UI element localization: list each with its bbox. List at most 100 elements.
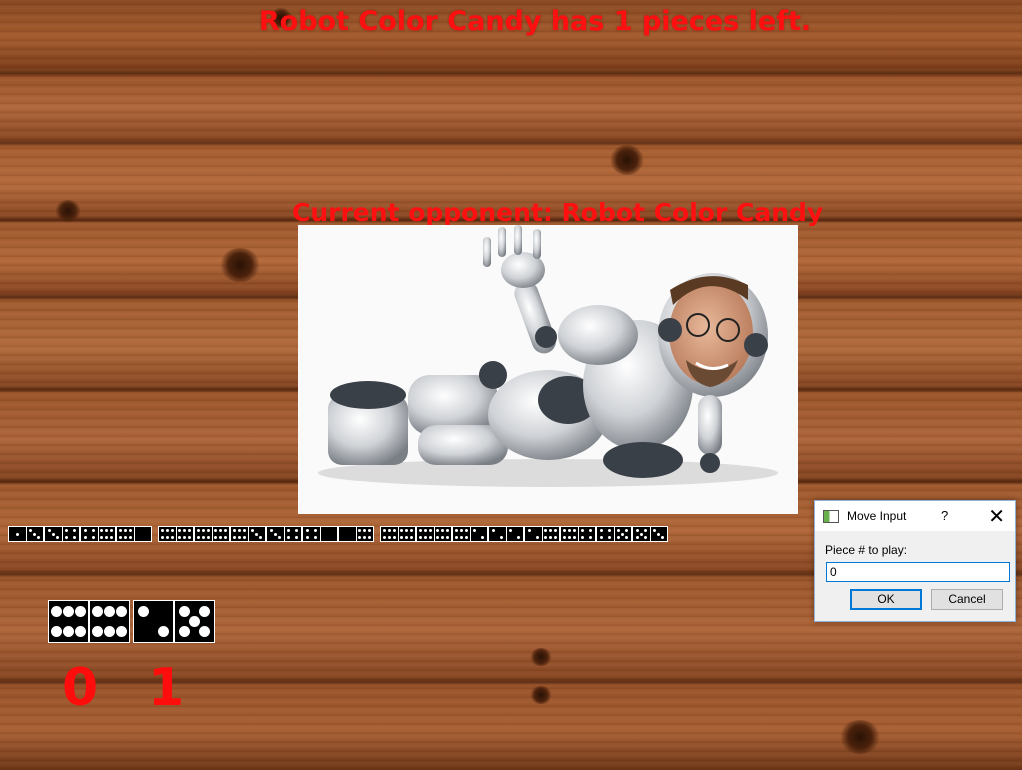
- domino-pip: [219, 529, 223, 532]
- domino-pip: [201, 529, 205, 532]
- domino-pip: [581, 529, 585, 532]
- domino-pip: [562, 529, 566, 532]
- domino-pip: [358, 529, 362, 532]
- domino-pip: [178, 536, 182, 539]
- domino-half: [9, 527, 26, 541]
- domino-half: [649, 527, 668, 541]
- domino-pip: [273, 532, 277, 536]
- domino-pip: [635, 536, 639, 539]
- domino-pip: [92, 605, 104, 617]
- domino-pip: [473, 529, 477, 532]
- domino-pip: [562, 536, 566, 539]
- domino-pip: [363, 529, 367, 532]
- domino-pip: [183, 536, 187, 539]
- hand-domino-0[interactable]: [48, 600, 130, 643]
- domino-pip: [464, 536, 468, 539]
- domino-pip: [589, 529, 593, 532]
- domino-half: [231, 527, 248, 541]
- domino-pip: [423, 536, 427, 539]
- domino-pip: [387, 529, 391, 532]
- domino-half: [561, 527, 578, 541]
- domino-pip: [572, 536, 576, 539]
- domino-pip: [47, 529, 51, 532]
- domino-pip: [189, 616, 200, 627]
- domino-pip: [165, 529, 169, 532]
- cancel-button[interactable]: Cancel: [931, 589, 1003, 610]
- domino-pip: [305, 536, 309, 539]
- piece-number-label: Piece # to play:: [825, 543, 908, 557]
- help-icon[interactable]: ?: [941, 508, 948, 523]
- domino-pip: [224, 529, 228, 532]
- robot-image: [318, 225, 778, 487]
- domino-half: [453, 527, 470, 541]
- played-domino: [266, 526, 302, 542]
- domino-pip: [51, 626, 63, 638]
- domino-pip: [259, 536, 263, 539]
- domino-pip: [198, 605, 210, 617]
- domino-pip: [287, 536, 291, 539]
- domino-pip: [157, 626, 169, 638]
- piece-number-input[interactable]: [826, 562, 1010, 582]
- ok-button[interactable]: OK: [850, 589, 922, 610]
- domino-pip: [657, 532, 661, 536]
- domino-half: [417, 527, 434, 541]
- domino-pip: [214, 529, 218, 532]
- domino-half: [61, 527, 80, 541]
- domino-pip: [358, 536, 362, 539]
- domino-pip: [428, 536, 432, 539]
- dialog-title: Move Input: [847, 509, 907, 523]
- domino-pip: [65, 536, 69, 539]
- domino-pip: [206, 536, 210, 539]
- domino-pip: [459, 536, 463, 539]
- domino-pip: [418, 536, 422, 539]
- domino-pip: [63, 626, 74, 638]
- domino-pip: [105, 529, 109, 532]
- hand-domino-1[interactable]: [133, 600, 215, 643]
- domino-pip: [196, 529, 200, 532]
- domino-pip: [100, 536, 104, 539]
- dialog-titlebar[interactable]: Move Input ? ✕: [815, 501, 1015, 531]
- domino-pip: [128, 536, 132, 539]
- domino-pip: [368, 536, 372, 539]
- domino-pip: [178, 529, 182, 532]
- domino-pip: [198, 626, 210, 638]
- domino-pip: [436, 536, 440, 539]
- domino-pip: [201, 536, 205, 539]
- domino-pip: [405, 529, 409, 532]
- domino-pip: [237, 536, 241, 539]
- domino-pip: [549, 529, 553, 532]
- played-dominoes-line: [8, 526, 668, 542]
- domino-half: [45, 527, 62, 541]
- wood-knot: [840, 720, 880, 754]
- domino-pip: [100, 529, 104, 532]
- domino-pip: [51, 532, 55, 536]
- domino-pip: [295, 529, 299, 532]
- domino-pip: [51, 605, 63, 617]
- domino-pip: [214, 536, 218, 539]
- played-domino: [488, 526, 524, 542]
- domino-pip: [410, 529, 414, 532]
- domino-pip: [183, 529, 187, 532]
- played-domino: [416, 526, 452, 542]
- domino-pip: [118, 529, 122, 532]
- played-domino: [380, 526, 416, 542]
- domino-pip: [138, 605, 150, 617]
- domino-pip: [491, 529, 495, 532]
- domino-pip: [104, 626, 115, 638]
- domino-half: [613, 527, 632, 541]
- domino-pip: [15, 532, 19, 536]
- played-domino: [452, 526, 488, 542]
- played-domino: [116, 526, 152, 542]
- domino-half: [211, 527, 230, 541]
- domino-half: [303, 527, 320, 541]
- domino-pip: [441, 536, 445, 539]
- domino-half: [283, 527, 302, 541]
- domino-half: [88, 601, 129, 642]
- domino-pip: [400, 529, 404, 532]
- played-domino: [44, 526, 80, 542]
- domino-pip: [160, 529, 164, 532]
- domino-pip: [123, 536, 127, 539]
- domino-pip: [410, 536, 414, 539]
- domino-pip: [110, 529, 114, 532]
- close-icon[interactable]: ✕: [988, 504, 1005, 529]
